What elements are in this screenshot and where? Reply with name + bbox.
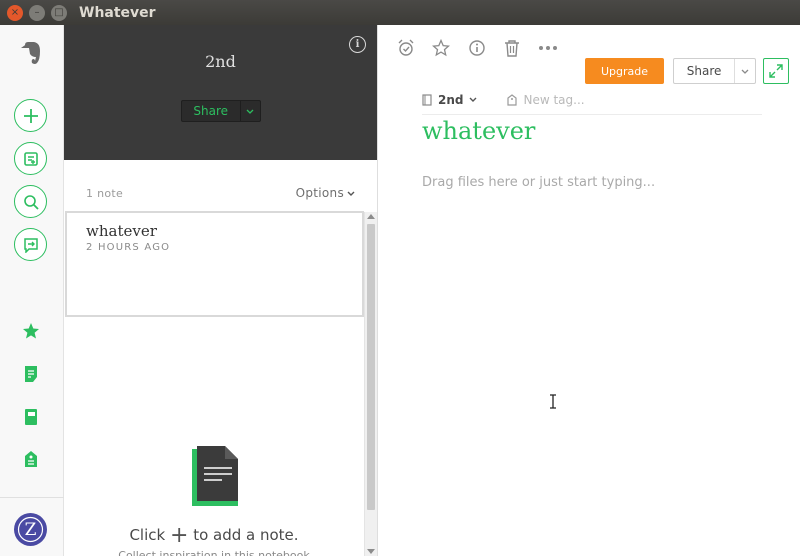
minimize-icon: – bbox=[34, 6, 40, 18]
plus-icon: + bbox=[169, 523, 189, 548]
scroll-up-arrow-icon[interactable] bbox=[367, 214, 375, 219]
notebook-header: 2nd i Share bbox=[64, 25, 377, 160]
note-count: 1 note bbox=[86, 187, 124, 200]
new-notebook-button[interactable] bbox=[14, 142, 47, 175]
tag-small-icon bbox=[507, 93, 518, 106]
empty-state-message: Click + to add a note. bbox=[64, 523, 364, 548]
note-body-input[interactable]: Drag files here or just start typing... bbox=[422, 175, 655, 190]
options-label: Options bbox=[295, 186, 344, 200]
notebook-icon[interactable] bbox=[20, 406, 42, 428]
window-minimize-button[interactable]: – bbox=[29, 4, 45, 21]
expand-button[interactable] bbox=[763, 58, 789, 84]
note-title: whatever bbox=[86, 222, 157, 240]
list-item[interactable]: whatever 2 HOURS AGO bbox=[65, 211, 364, 317]
note-list-toolbar: 1 note Options bbox=[64, 160, 377, 210]
chevron-down-icon bbox=[347, 191, 355, 196]
notebook-small-icon bbox=[422, 93, 432, 106]
empty-state-text-before: Click bbox=[129, 526, 166, 544]
notebook-share-label: Share bbox=[182, 101, 241, 121]
expand-icon bbox=[769, 64, 783, 78]
chevron-down-icon[interactable] bbox=[735, 59, 755, 83]
chevron-down-icon[interactable] bbox=[241, 101, 261, 121]
note-list-scrollbar[interactable] bbox=[364, 212, 377, 556]
plus-icon bbox=[23, 108, 38, 123]
share-label: Share bbox=[674, 59, 736, 83]
tag-icon[interactable] bbox=[20, 448, 42, 470]
upgrade-button[interactable]: Upgrade bbox=[585, 58, 664, 84]
trash-icon[interactable] bbox=[502, 38, 522, 58]
note-timestamp: 2 HOURS AGO bbox=[86, 242, 171, 253]
new-tag-placeholder: New tag... bbox=[523, 92, 585, 107]
notebook-selector[interactable]: 2nd bbox=[422, 93, 477, 107]
share-button[interactable]: Share bbox=[673, 58, 756, 84]
chat-icon bbox=[23, 237, 38, 253]
notebook-title: 2nd bbox=[205, 52, 236, 71]
scrollbar-thumb[interactable] bbox=[367, 224, 375, 510]
window-close-button[interactable]: × bbox=[7, 4, 23, 21]
info-icon[interactable] bbox=[467, 38, 487, 58]
shortcuts-star-icon[interactable] bbox=[20, 320, 42, 342]
note-title-input[interactable]: whatever bbox=[422, 117, 535, 145]
window-titlebar: × – □ Whatever bbox=[0, 0, 800, 25]
reminder-icon[interactable] bbox=[396, 38, 416, 58]
scroll-down-arrow-icon[interactable] bbox=[367, 549, 375, 554]
maximize-icon: □ bbox=[54, 6, 64, 18]
note-editor: Upgrade Share 2nd New tag... whatever Dr… bbox=[378, 25, 800, 556]
more-icon[interactable] bbox=[538, 38, 558, 58]
new-note-button[interactable] bbox=[14, 99, 47, 132]
avatar[interactable]: Z bbox=[14, 513, 47, 546]
window-title: Whatever bbox=[79, 4, 156, 21]
notebook-share-button[interactable]: Share bbox=[181, 100, 261, 122]
left-sidebar: Z bbox=[0, 25, 64, 556]
empty-state-subtext: Collect inspiration in this notebook bbox=[118, 549, 310, 556]
evernote-logo-icon[interactable] bbox=[18, 40, 44, 66]
empty-state-text-after: to add a note. bbox=[193, 526, 299, 544]
sidebar-divider bbox=[0, 497, 64, 498]
close-icon: × bbox=[10, 6, 20, 18]
notes-icon[interactable] bbox=[20, 363, 42, 385]
chevron-down-icon bbox=[469, 97, 477, 102]
options-dropdown[interactable]: Options bbox=[296, 186, 355, 200]
notebook-selector-label: 2nd bbox=[438, 92, 464, 107]
window-maximize-button[interactable]: □ bbox=[51, 4, 67, 21]
search-button[interactable] bbox=[14, 185, 47, 218]
search-icon bbox=[23, 194, 39, 210]
note-add-icon bbox=[23, 151, 38, 166]
note-meta-row: 2nd New tag... bbox=[422, 85, 762, 115]
new-tag-field[interactable]: New tag... bbox=[507, 92, 585, 107]
notebook-info-button[interactable]: i bbox=[349, 36, 366, 53]
work-chat-button[interactable] bbox=[14, 228, 47, 261]
text-cursor-icon bbox=[549, 394, 557, 409]
avatar-letter: Z bbox=[25, 520, 37, 540]
empty-notes-icon bbox=[192, 446, 238, 506]
favorite-star-icon[interactable] bbox=[431, 38, 451, 58]
